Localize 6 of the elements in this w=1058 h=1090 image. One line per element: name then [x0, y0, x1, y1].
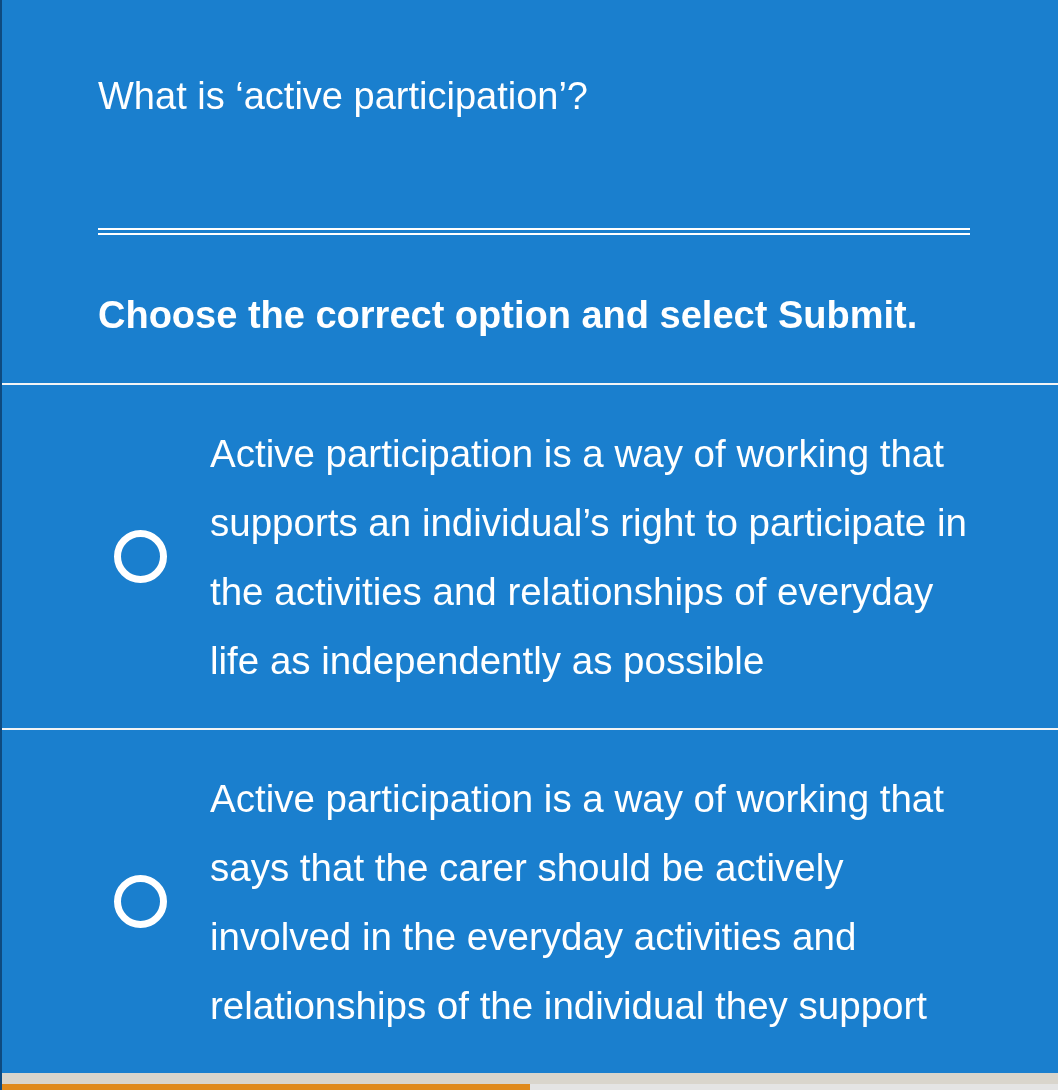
instruction-text: Choose the correct option and select Submit.	[98, 293, 919, 337]
option-label[interactable]: Active participation is a way of working that says that the carer should be actively involved in the everyday activities and relationships of the individual they support	[210, 763, 978, 1040]
radio-button[interactable]	[114, 875, 167, 928]
option-label[interactable]: Active participation is a way of working that supports an individual’s right to participate in the activities and relationships of everyday life as independently as possible	[210, 418, 978, 695]
question-text: What is ‘active participation’?	[98, 74, 589, 118]
radio-button[interactable]	[114, 530, 167, 583]
